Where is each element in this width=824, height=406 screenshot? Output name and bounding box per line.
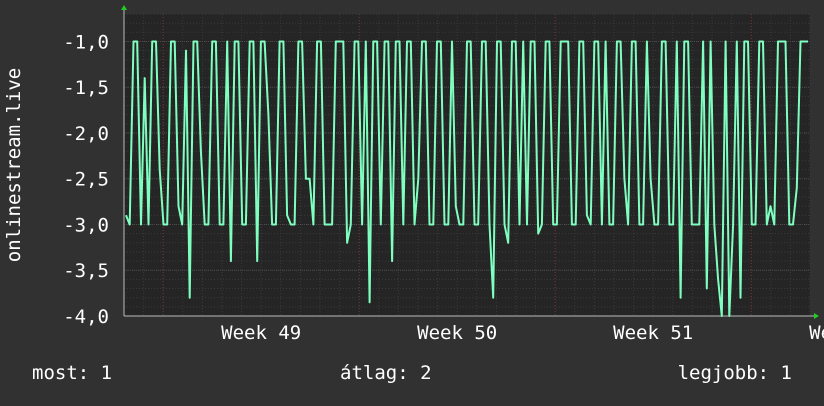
y-tick-label: -2,5 — [63, 169, 109, 191]
x-tick-label: Week 51 — [613, 322, 693, 344]
stats-footer: most: 1 átlag: 2 legjobb: 1 — [0, 362, 824, 388]
chart-svg: -1,0 -1,5 -2,0 -2,5 -3,0 -3,5 -4,0 Week 49 Week … — [3, 5, 824, 344]
y-axis-label: onlinestream.live — [3, 68, 25, 262]
stat-average: átlag: 2 — [340, 362, 432, 384]
y-tick-label: -1,5 — [63, 77, 109, 99]
chart: -1,0 -1,5 -2,0 -2,5 -3,0 -3,5 -4,0 Week 49 Week … — [0, 0, 824, 402]
stat-best: legjobb: 1 — [677, 362, 792, 384]
x-tick-label: Week 49 — [221, 322, 301, 344]
y-tick-label: -2,0 — [63, 123, 109, 145]
x-tick-label: Week 50 — [417, 322, 497, 344]
y-tick-label: -3,0 — [63, 214, 109, 236]
x-tick-label: Week 52 — [809, 322, 824, 344]
y-axis-arrow-icon — [121, 5, 127, 10]
y-tick-label: -3,5 — [63, 260, 109, 282]
y-tick-label: -4,0 — [63, 306, 109, 328]
y-tick-label: -1,0 — [63, 31, 109, 53]
stat-current: most: 1 — [32, 362, 113, 384]
x-axis-arrow-icon — [814, 313, 819, 319]
